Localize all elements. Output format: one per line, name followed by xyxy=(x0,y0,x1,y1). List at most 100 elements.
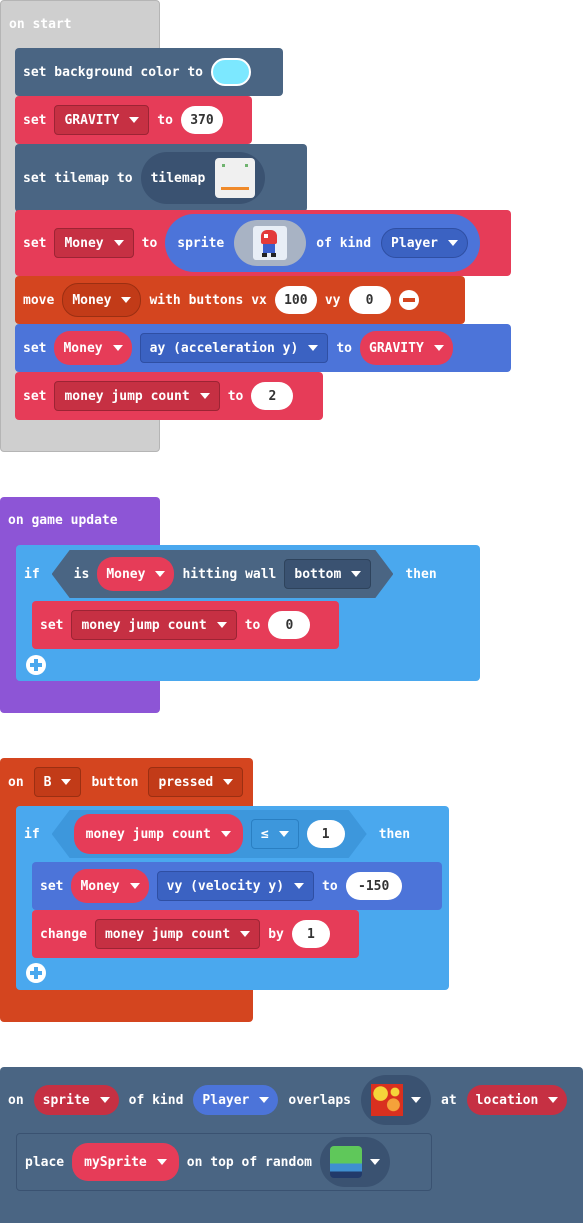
sprite-label: sprite xyxy=(177,235,225,251)
set-label: set xyxy=(23,235,47,251)
place-on-random-tile-block[interactable]: place mySprite on top of random xyxy=(16,1133,432,1191)
button-label: button xyxy=(91,774,139,790)
add-else-icon[interactable] xyxy=(26,655,46,675)
of-kind-label: of kind xyxy=(316,235,372,251)
to-label: to xyxy=(157,112,173,128)
on-game-update-label: on game update xyxy=(8,513,118,528)
to-label: to xyxy=(244,617,261,633)
vy-input[interactable]: 0 xyxy=(348,286,391,314)
overlaps-label: overlaps xyxy=(288,1092,352,1108)
change-value-input[interactable]: 1 xyxy=(291,920,330,948)
mysprite-variable-dropdown[interactable]: mySprite xyxy=(72,1143,179,1181)
jump-count-value-input[interactable]: 0 xyxy=(268,611,311,639)
vy-label: vy xyxy=(324,292,341,308)
color-swatch[interactable] xyxy=(211,58,252,86)
of-kind-label: of kind xyxy=(128,1092,184,1108)
money-variable-dropdown[interactable]: Money xyxy=(62,283,142,317)
set-velocity-block[interactable]: set Money vy (velocity y) to -150 xyxy=(32,862,442,910)
jump-count-variable-dropdown[interactable]: money jump count xyxy=(71,610,237,640)
on-start-label: on start xyxy=(9,17,72,32)
on-overlap-header: on sprite of kind Player overlaps at loc… xyxy=(0,1072,568,1128)
grass-tile-icon xyxy=(330,1146,362,1178)
money-variable-dropdown[interactable]: Money xyxy=(71,869,149,903)
set-money-sprite-block[interactable]: set Money to sprite of kind Player xyxy=(15,210,511,276)
at-label: at xyxy=(441,1092,457,1108)
tilemap-chip-label: tilemap xyxy=(150,170,206,186)
set-jump-count-block[interactable]: set money jump count to 2 xyxy=(15,372,323,420)
change-jump-count-block[interactable]: change money jump count by 1 xyxy=(32,910,359,958)
gravity-value-dropdown[interactable]: GRAVITY xyxy=(360,331,453,365)
location-parameter-chip[interactable]: location xyxy=(466,1085,568,1115)
set-label: set xyxy=(23,112,47,128)
hitting-wall-condition[interactable]: is Money hitting wall bottom xyxy=(52,550,394,598)
set-tilemap-block[interactable]: set tilemap to tilemap xyxy=(15,144,307,212)
on-button-header: on B button pressed xyxy=(0,764,244,800)
jump-count-variable-dropdown[interactable]: money jump count xyxy=(54,381,220,411)
operator-dropdown[interactable]: ≤ xyxy=(251,819,299,849)
property-dropdown[interactable]: ay (acceleration y) xyxy=(139,333,329,363)
on-label: on xyxy=(8,774,24,790)
by-label: by xyxy=(268,926,284,942)
tilemap-chip[interactable]: tilemap xyxy=(140,152,266,204)
gravity-value-input[interactable]: 370 xyxy=(180,106,223,134)
money-variable-dropdown[interactable]: Money xyxy=(97,557,174,591)
set-sprite-property-block[interactable]: set Money ay (acceleration y) to GRAVITY xyxy=(15,324,511,372)
if-header-row: if is Money hitting wall bottom then xyxy=(16,548,480,600)
kind-dropdown[interactable]: Player xyxy=(381,228,469,258)
create-sprite-block[interactable]: sprite of kind Player xyxy=(165,214,481,272)
to-label: to xyxy=(336,340,352,356)
event-dropdown[interactable]: pressed xyxy=(148,767,244,797)
place-label: place xyxy=(25,1154,65,1170)
vx-input[interactable]: 100 xyxy=(274,286,317,314)
lava-tile-icon xyxy=(371,1084,404,1116)
compare-condition[interactable]: money jump count ≤ 1 xyxy=(52,810,367,858)
money-variable-dropdown[interactable]: Money xyxy=(54,331,132,365)
sprite-image-picker[interactable] xyxy=(234,220,307,266)
set-label: set xyxy=(40,617,64,633)
chevron-down-icon xyxy=(411,1097,422,1103)
remove-parameter-icon[interactable] xyxy=(398,290,419,310)
compare-value-input[interactable]: 1 xyxy=(307,820,345,848)
set-background-color-block[interactable]: set background color to xyxy=(15,48,283,96)
set-label: set xyxy=(23,340,47,356)
tilemap-thumbnail-icon xyxy=(215,158,256,198)
to-label: to xyxy=(322,878,338,894)
is-label: is xyxy=(73,566,90,582)
jump-count-variable-dropdown[interactable]: money jump count xyxy=(74,814,243,854)
jump-count-variable-dropdown[interactable]: money jump count xyxy=(94,919,261,949)
tile-picker-dropdown[interactable] xyxy=(361,1075,432,1125)
if-label: if xyxy=(24,566,40,582)
button-dropdown[interactable]: B xyxy=(33,767,82,797)
money-variable-dropdown[interactable]: Money xyxy=(54,228,134,258)
set-gravity-block[interactable]: set GRAVITY to 370 xyxy=(15,96,252,144)
then-label: then xyxy=(405,566,437,582)
gravity-variable-dropdown[interactable]: GRAVITY xyxy=(54,105,150,135)
move-with-buttons-block[interactable]: move Money with buttons vx 100 vy 0 xyxy=(15,276,465,324)
then-label: then xyxy=(378,826,411,842)
player-sprite-icon xyxy=(253,226,288,260)
set-background-label: set background color to xyxy=(23,64,204,80)
property-dropdown[interactable]: vy (velocity y) xyxy=(156,871,315,901)
set-label: set xyxy=(23,388,47,404)
chevron-down-icon xyxy=(370,1159,380,1165)
velocity-value-input[interactable]: -150 xyxy=(345,872,402,900)
set-label: set xyxy=(40,878,64,894)
if-label: if xyxy=(24,826,40,842)
if-header-row: if money jump count ≤ 1 then xyxy=(16,808,449,860)
tile-picker-dropdown[interactable] xyxy=(320,1137,390,1187)
hitting-wall-label: hitting wall xyxy=(182,566,277,582)
move-label: move xyxy=(23,292,55,308)
wall-side-dropdown[interactable]: bottom xyxy=(284,559,371,589)
to-label: to xyxy=(227,388,244,404)
with-buttons-label: with buttons vx xyxy=(149,292,267,308)
add-else-icon[interactable] xyxy=(26,963,46,983)
jump-count-value-input[interactable]: 2 xyxy=(251,382,294,410)
on-label: on xyxy=(8,1092,24,1108)
on-top-label: on top of random xyxy=(186,1154,312,1170)
sprite-parameter-chip[interactable]: sprite xyxy=(33,1085,119,1115)
change-label: change xyxy=(40,926,87,942)
kind-dropdown[interactable]: Player xyxy=(193,1085,279,1115)
set-tilemap-label: set tilemap to xyxy=(23,170,133,186)
to-label: to xyxy=(141,235,158,251)
set-jump-count-block[interactable]: set money jump count to 0 xyxy=(32,601,339,649)
